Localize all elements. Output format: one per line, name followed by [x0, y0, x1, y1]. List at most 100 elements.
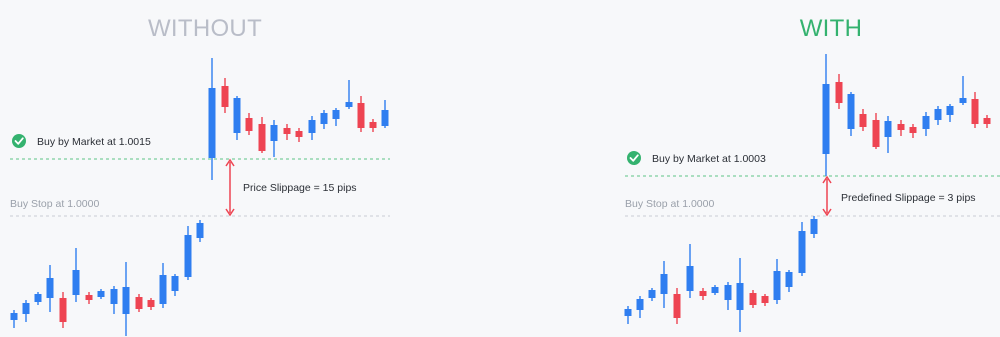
candle	[34, 292, 42, 305]
candle-body	[221, 86, 229, 107]
candle-body	[283, 128, 291, 134]
candle-body	[934, 109, 942, 120]
candle-body	[59, 298, 67, 322]
candle	[660, 261, 668, 308]
candle-body	[10, 313, 18, 320]
candle-body	[835, 82, 843, 103]
candle-body	[798, 231, 806, 273]
candle	[233, 96, 241, 140]
candle-body	[660, 274, 668, 294]
candle	[85, 292, 93, 304]
market-order-label: Buy by Market at 1.0003	[652, 153, 766, 165]
candle-body	[897, 124, 905, 130]
candle	[320, 110, 328, 129]
candle-body	[332, 110, 340, 119]
market-order-label: Buy by Market at 1.0015	[37, 136, 151, 148]
candle-body	[110, 289, 118, 304]
candle-body	[34, 294, 42, 302]
candle	[922, 112, 930, 136]
candle-body	[909, 127, 917, 133]
candle	[749, 290, 757, 308]
panel-with: WITH Buy by Market at 1.0003 Buy Stop at…	[624, 15, 1000, 332]
candle	[810, 216, 818, 238]
candle	[822, 54, 830, 176]
candle-body	[357, 103, 365, 128]
candle-body	[749, 293, 757, 305]
candle	[221, 78, 229, 113]
candle	[208, 58, 216, 180]
double-arrow-icon	[225, 158, 235, 217]
candle	[946, 104, 954, 122]
candle-body	[345, 102, 353, 107]
candle-body	[135, 297, 143, 309]
candle-body	[147, 300, 155, 307]
candle	[72, 248, 80, 302]
check-circle-icon	[12, 134, 26, 148]
candle	[835, 74, 843, 109]
candle	[934, 106, 942, 125]
candle	[798, 222, 806, 276]
candle-body	[859, 114, 867, 127]
candle-body	[85, 295, 93, 300]
candle-body	[636, 299, 644, 310]
candle	[245, 113, 253, 135]
panel-heading-with: WITH	[800, 15, 863, 42]
comparison-canvas: WITHOUT Buy by Market at 1.0015 Buy Stop…	[10, 15, 1000, 336]
candle-body	[983, 118, 991, 124]
candle	[332, 108, 340, 126]
slippage-comparison: WITHOUT Buy by Market at 1.0015 Buy Stop…	[0, 0, 1000, 337]
candle	[711, 285, 719, 295]
candle	[59, 292, 67, 328]
candle	[135, 294, 143, 312]
candle-body	[196, 223, 204, 238]
candle-body	[884, 121, 892, 137]
candle	[736, 258, 744, 332]
candle-body	[971, 99, 979, 124]
candle-body	[208, 88, 216, 158]
candle-body	[270, 125, 278, 141]
candle-body	[761, 296, 769, 303]
candle	[648, 288, 656, 301]
candle-body	[686, 266, 694, 291]
candle	[122, 262, 130, 336]
slippage-label: Predefined Slippage = 3 pips	[841, 192, 976, 204]
candle-body	[624, 309, 632, 316]
candle	[184, 226, 192, 280]
candle	[295, 128, 303, 142]
candle-body	[785, 272, 793, 287]
candle	[171, 274, 179, 296]
candlestick-series-without	[10, 58, 389, 336]
candle	[357, 96, 365, 132]
candle-body	[711, 287, 719, 293]
candle-body	[872, 120, 880, 147]
candle	[10, 310, 18, 328]
candle	[686, 244, 694, 298]
candle	[369, 119, 377, 132]
candle-body	[946, 106, 954, 115]
candle-body	[258, 124, 266, 151]
candle-body	[159, 275, 167, 304]
buy-stop-label: Buy Stop at 1.0000	[625, 198, 714, 210]
candle-body	[673, 294, 681, 318]
candle-body	[122, 287, 130, 314]
candle	[872, 113, 880, 149]
candle	[147, 298, 155, 310]
candle	[859, 109, 867, 131]
candle	[884, 116, 892, 153]
candle	[699, 288, 707, 300]
candle-body	[233, 98, 241, 133]
panel-heading-without: WITHOUT	[148, 15, 262, 42]
candle-body	[369, 122, 377, 128]
candle-body	[810, 219, 818, 234]
candle-body	[736, 283, 744, 310]
candle	[897, 120, 905, 136]
candle-body	[773, 271, 781, 300]
candle	[22, 300, 30, 322]
candle	[46, 265, 54, 312]
candle	[971, 92, 979, 128]
candle-body	[72, 270, 80, 295]
slippage-label: Price Slippage = 15 pips	[243, 182, 357, 194]
candle	[624, 306, 632, 324]
candle	[785, 270, 793, 292]
candle	[283, 124, 291, 140]
